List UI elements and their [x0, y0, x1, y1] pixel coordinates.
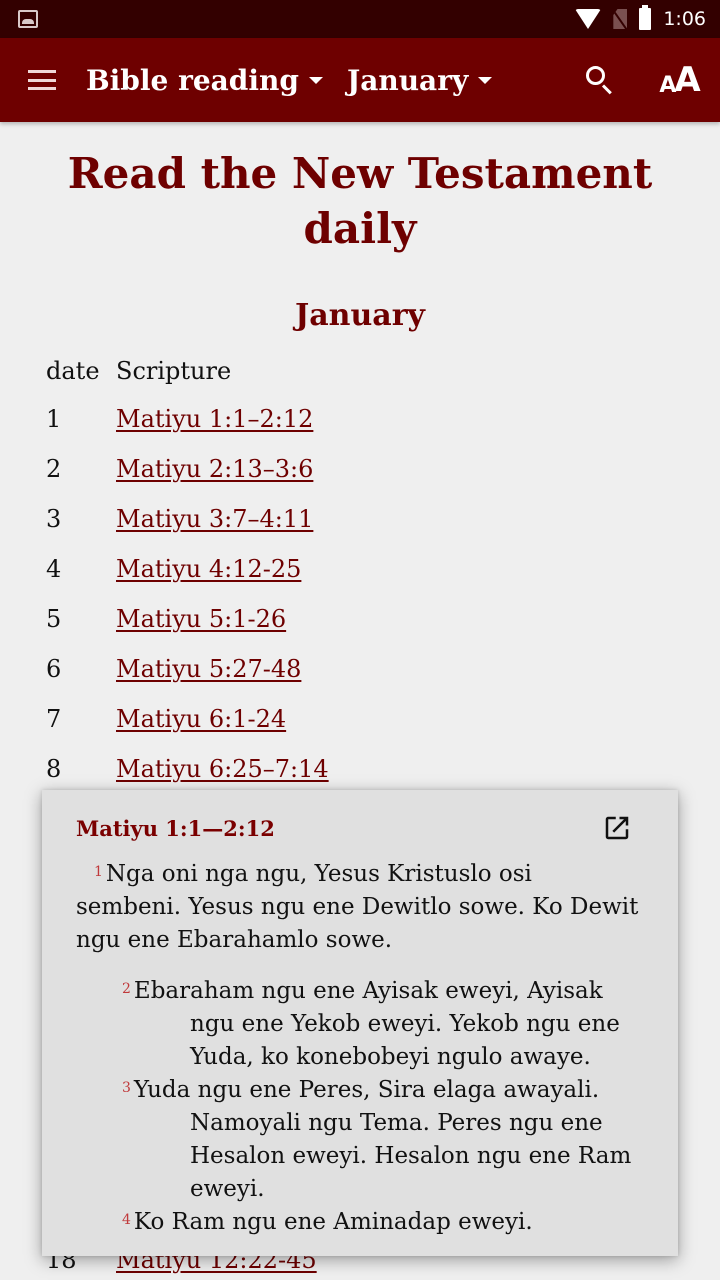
verse-text: Ebaraham ngu ene Ayisak eweyi, Ayisak ng…	[133, 978, 620, 1070]
row-date: 2	[46, 455, 62, 483]
popup-header: Matiyu 1:1—2:12	[76, 812, 644, 844]
reading-plan-content: Read the New Testament daily January dat…	[0, 122, 720, 794]
month-dropdown[interactable]: January	[346, 38, 493, 122]
row-date: 8	[46, 755, 62, 783]
table-row: 4 Matiyu 4:12-25	[46, 544, 329, 594]
row-date: 4	[46, 555, 62, 583]
table-header-row: date Scripture	[46, 348, 329, 394]
row-scripture: Matiyu 6:1-24	[116, 694, 329, 744]
popup-title: Matiyu 1:1—2:12	[76, 815, 275, 841]
verse-number: 1	[94, 864, 103, 880]
scripture-link[interactable]: Matiyu 2:13–3:6	[116, 455, 313, 483]
row-scripture: Matiyu 3:7–4:11	[116, 494, 329, 544]
text-size-button[interactable]: AA	[640, 38, 720, 122]
verse-number: 3	[122, 1080, 131, 1096]
search-icon	[586, 66, 614, 95]
scripture-link[interactable]: Matiyu 3:7–4:11	[116, 505, 313, 533]
verse-text: Yuda ngu ene Peres, Sira elaga awayali. …	[133, 1077, 632, 1202]
table-row: 3 Matiyu 3:7–4:11	[46, 494, 329, 544]
row-date: 6	[46, 655, 62, 683]
caret-down-icon	[308, 76, 323, 84]
verse-text: Nga oni nga ngu, Yesus Kristuslo osi sem…	[76, 861, 639, 953]
verse-line: 2 Ebaraham ngu ene Ayisak eweyi, Ayisak n…	[76, 975, 644, 1074]
table-row: 2 Matiyu 2:13–3:6	[46, 444, 329, 494]
header-date: date	[46, 357, 100, 385]
table-row: 1 Matiyu 1:1–2:12	[46, 394, 329, 444]
verse-line: 3 Yuda ngu ene Peres, Sira elaga awayali.…	[76, 1074, 644, 1206]
row-scripture: Matiyu 5:27-48	[116, 644, 329, 694]
app-bar: Bible reading January AA	[0, 38, 720, 122]
verse-poetry-block: 2 Ebaraham ngu ene Ayisak eweyi, Ayisak n…	[76, 975, 644, 1239]
scripture-link[interactable]: Matiyu 5:27-48	[116, 655, 301, 683]
table-row: 8 Matiyu 6:25–7:14	[46, 744, 329, 794]
open-in-new-icon[interactable]	[602, 813, 632, 843]
image-notification-icon	[18, 10, 38, 28]
book-dropdown-label: Bible reading	[86, 63, 299, 97]
book-dropdown[interactable]: Bible reading	[86, 38, 323, 122]
row-date: 1	[46, 405, 62, 433]
row-date: 7	[46, 705, 62, 733]
table-row: 7 Matiyu 6:1-24	[46, 694, 329, 744]
row-date: 3	[46, 505, 62, 533]
verse-number: 4	[122, 1212, 131, 1228]
scripture-link[interactable]: Matiyu 4:12-25	[116, 555, 301, 583]
battery-icon	[639, 5, 652, 30]
verse-text: Ko Ram ngu ene Aminadap eweyi.	[133, 1209, 533, 1235]
search-button[interactable]	[560, 38, 640, 122]
month-dropdown-label: January	[346, 63, 469, 97]
page-title: Read the New Testament daily	[67, 149, 653, 253]
no-sim-icon	[613, 9, 628, 29]
menu-button[interactable]	[0, 38, 84, 122]
scripture-link[interactable]: Matiyu 1:1–2:12	[116, 405, 313, 433]
table-row: 6 Matiyu 5:27-48	[46, 644, 329, 694]
row-date: 5	[46, 605, 62, 633]
reading-schedule-table: date Scripture 1 Matiyu 1:1–2:12 2 Matiyu 2…	[46, 348, 329, 794]
hamburger-menu-icon	[28, 70, 56, 90]
row-scripture: Matiyu 1:1–2:12	[116, 394, 329, 444]
month-heading: January	[295, 298, 425, 333]
text-size-icon: AA	[659, 60, 701, 100]
scripture-link[interactable]: Matiyu 5:1-26	[116, 605, 286, 633]
caret-down-icon	[478, 76, 493, 84]
verse-paragraph: 1 Nga oni nga ngu, Yesus Kristuslo osi se…	[76, 858, 644, 957]
verse-number: 2	[122, 981, 131, 997]
scripture-link[interactable]: Matiyu 6:25–7:14	[116, 755, 329, 783]
table-row: 5 Matiyu 5:1-26	[46, 594, 329, 644]
row-scripture: Matiyu 4:12-25	[116, 544, 329, 594]
scripture-link[interactable]: Matiyu 6:1-24	[116, 705, 286, 733]
row-scripture: Matiyu 6:25–7:14	[116, 744, 329, 794]
verse-line: 4 Ko Ram ngu ene Aminadap eweyi.	[76, 1206, 644, 1239]
status-bar: 1:06	[0, 0, 720, 38]
status-time: 1:06	[663, 8, 706, 30]
row-scripture: Matiyu 5:1-26	[116, 594, 329, 644]
wifi-icon	[575, 9, 602, 29]
scripture-preview-popup: Matiyu 1:1—2:12 1 Nga oni nga ngu, Yesus …	[42, 790, 678, 1256]
header-scripture: Scripture	[116, 357, 232, 385]
row-scripture: Matiyu 2:13–3:6	[116, 444, 329, 494]
